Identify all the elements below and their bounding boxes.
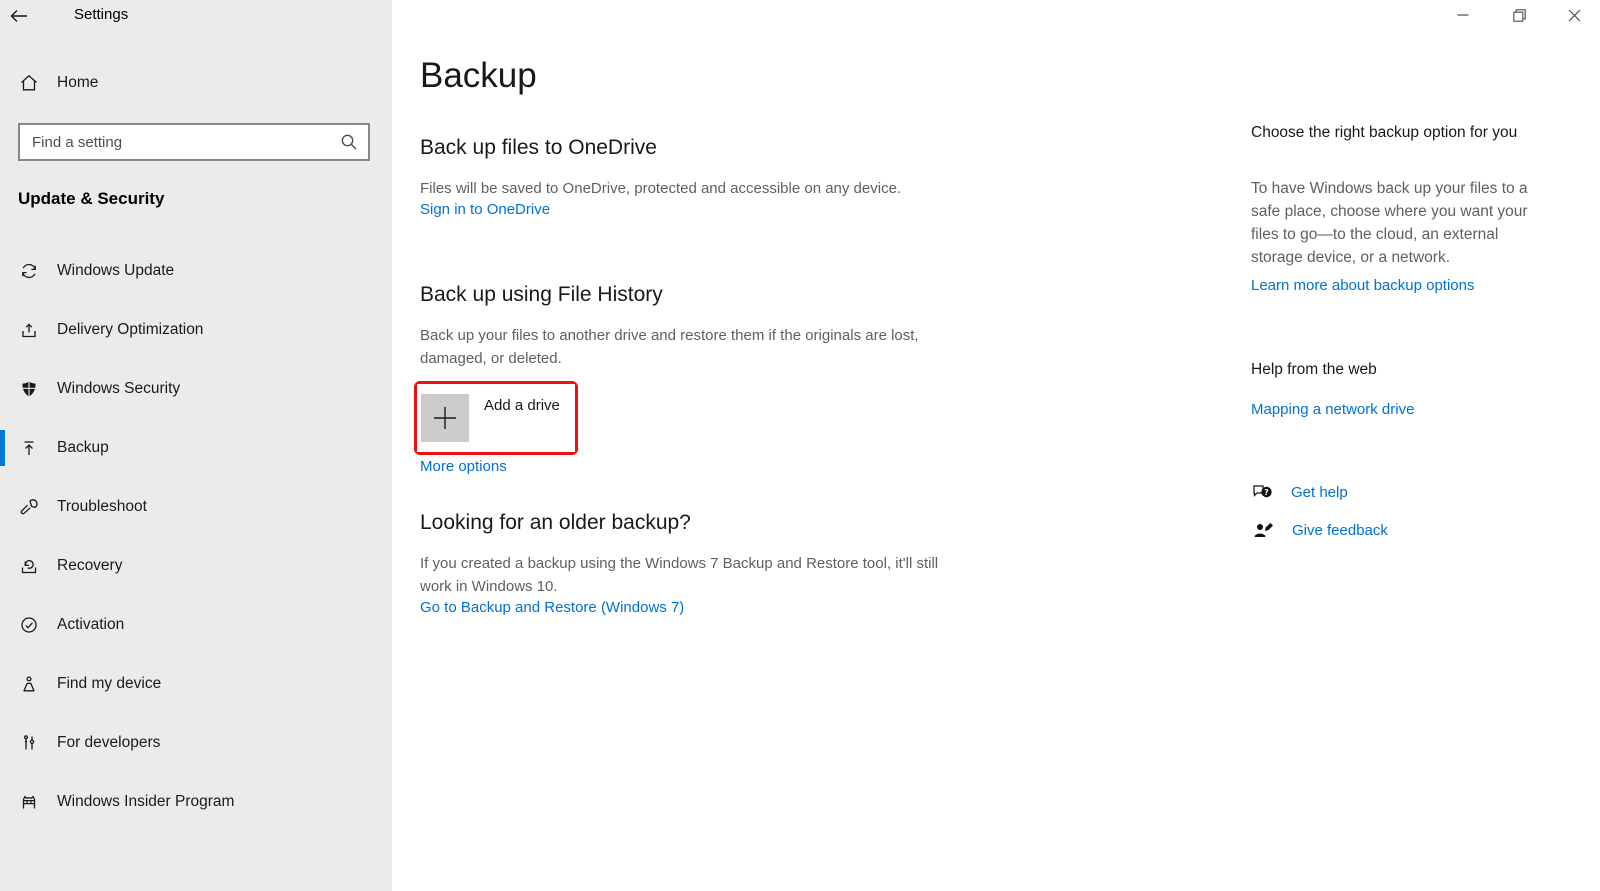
sign-in-to-onedrive-link[interactable]: Sign in to OneDrive <box>420 201 550 218</box>
get-help-link[interactable]: Get help <box>1291 484 1348 501</box>
dev-tools-icon <box>18 732 40 754</box>
sidebar-item-label: Windows Update <box>57 262 174 280</box>
back-button[interactable] <box>10 2 48 30</box>
sidebar-item-recovery[interactable]: Recovery <box>0 546 392 586</box>
sidebar-item-label: Windows Security <box>57 380 180 398</box>
sidebar-item-label: Windows Insider Program <box>57 793 234 811</box>
search-box <box>18 123 370 161</box>
sidebar-item-label: Backup <box>57 439 109 457</box>
annotation-highlight-box: Add a drive <box>414 381 578 455</box>
give-feedback-icon <box>1252 518 1276 542</box>
mapping-network-drive-link[interactable]: Mapping a network drive <box>1251 401 1414 418</box>
add-a-drive-button[interactable]: Add a drive <box>417 384 575 452</box>
sidebar-item-for-developers[interactable]: For developers <box>0 723 392 763</box>
sidebar-item-label: Delivery Optimization <box>57 321 203 339</box>
choose-backup-body: To have Windows back up your files to a … <box>1251 177 1547 269</box>
sidebar-item-windows-insider-program[interactable]: Windows Insider Program <box>0 782 392 822</box>
older-backup-section-body: If you created a backup using the Window… <box>420 552 968 598</box>
svg-text:?: ? <box>1264 488 1269 497</box>
onedrive-section-heading: Back up files to OneDrive <box>420 136 657 160</box>
close-icon <box>1568 9 1581 22</box>
sidebar-item-windows-update[interactable]: Windows Update <box>0 251 392 291</box>
locate-icon <box>18 673 40 695</box>
back-arrow-icon <box>10 9 48 23</box>
sidebar-item-label: Recovery <box>57 557 122 575</box>
file-history-section-heading: Back up using File History <box>420 283 663 307</box>
page-title: Backup <box>420 56 537 96</box>
search-icon <box>338 131 360 153</box>
sync-icon <box>18 260 40 282</box>
sidebar-item-label: For developers <box>57 734 160 752</box>
add-a-drive-label: Add a drive <box>484 397 560 414</box>
help-from-web-heading: Help from the web <box>1251 358 1377 381</box>
learn-more-backup-options-link[interactable]: Learn more about backup options <box>1251 277 1474 294</box>
sidebar-item-label: Home <box>57 74 98 92</box>
category-title: Update & Security <box>18 189 164 209</box>
onedrive-section-body: Files will be saved to OneDrive, protect… <box>420 177 968 200</box>
sidebar-item-backup[interactable]: Backup <box>0 428 392 468</box>
sidebar-item-delivery-optimization[interactable]: Delivery Optimization <box>0 310 392 350</box>
sidebar-item-label: Activation <box>57 616 124 634</box>
plus-icon <box>421 394 469 442</box>
minimize-button[interactable] <box>1434 0 1491 30</box>
shield-icon <box>18 378 40 400</box>
wrench-icon <box>18 496 40 518</box>
sidebar-item-label: Find my device <box>57 675 161 693</box>
app-title: Settings <box>74 6 128 23</box>
sidebar-item-activation[interactable]: Activation <box>0 605 392 645</box>
maximize-restore-button[interactable] <box>1491 0 1548 30</box>
sidebar-item-label: Troubleshoot <box>57 498 147 516</box>
titlebar: Settings <box>0 0 392 32</box>
go-to-backup-and-restore-link[interactable]: Go to Backup and Restore (Windows 7) <box>420 599 684 616</box>
give-feedback-link[interactable]: Give feedback <box>1292 522 1388 539</box>
close-button[interactable] <box>1548 0 1600 30</box>
check-circle-icon <box>18 614 40 636</box>
sidebar-item-troubleshoot[interactable]: Troubleshoot <box>0 487 392 527</box>
minimize-icon <box>1457 9 1469 21</box>
sidebar: Settings Home Update & Security Windows … <box>0 0 392 891</box>
recovery-icon <box>18 555 40 577</box>
more-options-link[interactable]: More options <box>420 458 507 475</box>
get-help-row: ? Get help <box>1251 480 1348 504</box>
file-history-section-body: Back up your files to another drive and … <box>420 324 968 370</box>
sidebar-item-home[interactable]: Home <box>0 63 392 103</box>
backup-icon <box>18 437 40 459</box>
delivery-optimization-icon <box>18 319 40 341</box>
window-controls <box>1434 0 1600 30</box>
insider-icon <box>18 791 40 813</box>
get-help-icon: ? <box>1251 480 1275 504</box>
give-feedback-row: Give feedback <box>1252 518 1388 542</box>
sidebar-item-windows-security[interactable]: Windows Security <box>0 369 392 409</box>
settings-window: Settings Home Update & Security Windows … <box>0 0 1600 891</box>
choose-backup-heading: Choose the right backup option for you <box>1251 121 1547 144</box>
older-backup-section-heading: Looking for an older backup? <box>420 511 691 535</box>
search-input[interactable] <box>20 125 368 159</box>
sidebar-item-find-my-device[interactable]: Find my device <box>0 664 392 704</box>
sidebar-nav: Windows Update Delivery Optimization Win… <box>0 251 392 841</box>
home-icon <box>18 72 40 94</box>
restore-icon <box>1513 9 1526 22</box>
